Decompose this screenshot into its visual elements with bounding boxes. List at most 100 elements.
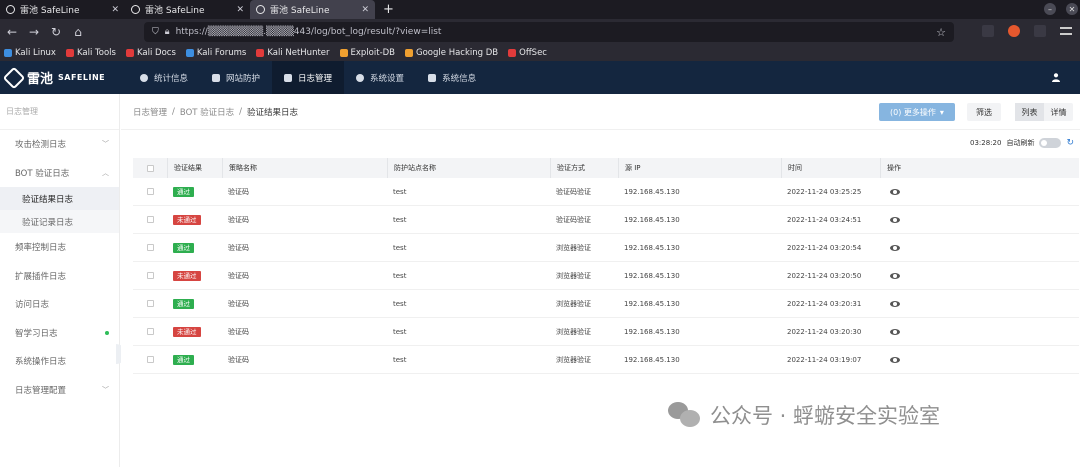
cell-actions	[880, 178, 1079, 205]
auto-refresh-toggle[interactable]	[1039, 138, 1062, 148]
table-row[interactable]: 未通过 验证码 test 浏览器验证 192.168.45.130 2022-11-24 …	[133, 262, 1079, 290]
table-row[interactable]: 通过 验证码 test 浏览器验证 192.168.45.130 2022-11-24 0…	[133, 290, 1079, 318]
cell-method: 浏览器验证	[556, 243, 591, 252]
lock-icon[interactable]: 🔒︎	[165, 27, 170, 37]
row-checkbox[interactable]	[146, 188, 154, 195]
cell-method: 验证码验证	[556, 187, 591, 196]
minimize-window-icon[interactable]: –	[1044, 3, 1056, 15]
nav-system-info[interactable]: 系统信息	[416, 61, 488, 94]
firefox-account-icon[interactable]	[1008, 25, 1020, 37]
bookmark-kali-nethunter[interactable]: Kali NetHunter	[256, 48, 330, 58]
row-checkbox[interactable]	[146, 356, 154, 363]
header-time: 时间	[781, 158, 880, 178]
nav-statistics[interactable]: 统计信息	[128, 61, 200, 94]
safeline-logo[interactable]: 雷池 SAFELINE	[0, 66, 120, 89]
view-eye-icon[interactable]	[890, 216, 900, 223]
cell-ip: 192.168.45.130	[624, 299, 680, 308]
table-row[interactable]: 未通过 验证码 test 浏览器验证 192.168.45.130 2022-11-24 …	[133, 318, 1079, 346]
safeline-favicon-icon	[131, 5, 140, 14]
pocket-icon[interactable]	[982, 25, 994, 37]
cell-result: 未通过	[167, 262, 222, 289]
sidebar-item-attack-log[interactable]: 攻击检测日志 ﹀	[0, 130, 119, 159]
kali-tools-icon	[65, 49, 74, 57]
view-eye-icon[interactable]	[890, 300, 900, 307]
new-tab-button[interactable]: +	[375, 0, 402, 19]
table-row[interactable]: 通过 验证码 test 验证码验证 192.168.45.130 2022-11-24 0…	[133, 178, 1079, 206]
close-tab-icon[interactable]: ✕	[361, 5, 369, 15]
row-checkbox[interactable]	[146, 272, 154, 279]
cell-policy: 验证码	[228, 243, 249, 252]
close-tab-icon[interactable]: ✕	[111, 5, 119, 15]
back-arrow-icon[interactable]: ←	[6, 25, 18, 39]
sidebar-item-plugin-log[interactable]: 扩展插件日志	[0, 262, 119, 291]
ghdb-icon	[405, 49, 414, 57]
extensions-icon[interactable]	[1034, 25, 1046, 37]
chevron-down-icon: ﹀	[102, 385, 109, 394]
home-icon[interactable]: ⌂	[72, 25, 84, 39]
sidebar-item-access-log[interactable]: 访问日志	[0, 290, 119, 319]
url-text[interactable]: https://▒▒▒▒▒▒▒▒.▒▒▒▒443/log/bot_log/res…	[176, 27, 931, 37]
forward-arrow-icon[interactable]: →	[28, 25, 40, 39]
row-select-cell	[133, 346, 167, 373]
menu-icon[interactable]	[1060, 27, 1072, 35]
sidebar-item-log-config[interactable]: 日志管理配置 ﹀	[0, 376, 119, 405]
row-checkbox[interactable]	[146, 328, 154, 335]
more-actions-button[interactable]: (0) 更多操作 ▾	[879, 103, 955, 121]
sidebar-item-system-op-log[interactable]: 系统操作日志	[0, 347, 119, 376]
result-table: 验证结果 策略名称 防护站点名称 验证方式 源 IP 时间 操作 通过 验证码 te…	[133, 158, 1079, 374]
bookmark-google-hacking-db[interactable]: Google Hacking DB	[405, 48, 498, 58]
sidebar-item-learning-log[interactable]: 智学习日志	[0, 319, 119, 348]
detail-view-button[interactable]: 详情	[1044, 103, 1073, 121]
cell-actions	[880, 262, 1079, 289]
browser-tab-1[interactable]: 雷池 SafeLine ✕	[0, 0, 125, 19]
browser-tab-2[interactable]: 雷池 SafeLine ✕	[125, 0, 250, 19]
cell-time: 2022-11-24 03:25:25	[787, 187, 862, 196]
nav-system-settings[interactable]: 系统设置	[344, 61, 416, 94]
bookmark-offsec[interactable]: OffSec	[508, 48, 547, 58]
view-eye-icon[interactable]	[890, 328, 900, 335]
sidebar-item-rate-limit-log[interactable]: 频率控制日志	[0, 233, 119, 262]
nav-site-protection[interactable]: 网站防护	[200, 61, 272, 94]
filter-button[interactable]: 筛选	[967, 103, 1001, 121]
bookmark-kali-linux[interactable]: Kali Linux	[4, 48, 56, 58]
select-all-checkbox[interactable]	[146, 164, 154, 172]
sidebar-item-verify-record-log[interactable]: 验证记录日志	[0, 210, 119, 233]
user-icon[interactable]	[1052, 73, 1060, 82]
status-badge: 未通过	[173, 214, 201, 225]
bookmark-kali-tools[interactable]: Kali Tools	[65, 48, 116, 58]
nav-log-management[interactable]: 日志管理	[272, 61, 345, 94]
list-view-button[interactable]: 列表	[1015, 103, 1044, 121]
row-checkbox[interactable]	[146, 216, 154, 223]
bookmark-exploit-db[interactable]: Exploit-DB	[339, 48, 395, 58]
close-tab-icon[interactable]: ✕	[236, 5, 244, 15]
row-checkbox[interactable]	[146, 244, 154, 251]
refresh-icon[interactable]: ↻	[1066, 138, 1074, 148]
sidebar-item-verify-result-log[interactable]: 验证结果日志	[0, 187, 119, 210]
url-bar[interactable]: ⛉ 🔒︎ https://▒▒▒▒▒▒▒▒.▒▒▒▒443/log/bot_lo…	[144, 22, 954, 42]
view-eye-icon[interactable]	[890, 356, 900, 363]
bookmark-kali-forums[interactable]: Kali Forums	[185, 48, 246, 58]
table-row[interactable]: 未通过 验证码 test 验证码验证 192.168.45.130 2022-11-24 …	[133, 206, 1079, 234]
row-checkbox[interactable]	[146, 300, 154, 307]
breadcrumb-item[interactable]: 日志管理	[133, 106, 167, 118]
status-badge: 通过	[173, 242, 194, 253]
status-badge: 通过	[173, 298, 194, 309]
reload-icon[interactable]: ↻	[50, 25, 62, 39]
shield-icon[interactable]: ⛉	[152, 27, 159, 37]
table-row[interactable]: 通过 验证码 test 浏览器验证 192.168.45.130 2022-11-24 0…	[133, 234, 1079, 262]
sidebar-item-bot-log[interactable]: BOT 验证日志 ︿	[0, 159, 119, 188]
bookmark-star-icon[interactable]: ☆	[936, 26, 946, 39]
breadcrumb-item[interactable]: BOT 验证日志	[180, 106, 234, 118]
table-row[interactable]: 通过 验证码 test 浏览器验证 192.168.45.130 2022-11-24 0…	[133, 346, 1079, 374]
cell-site: test	[393, 299, 407, 308]
close-window-icon[interactable]: ✕	[1066, 3, 1078, 15]
view-eye-icon[interactable]	[890, 188, 900, 195]
browser-tab-3[interactable]: 雷池 SafeLine ✕	[250, 0, 375, 19]
view-eye-icon[interactable]	[890, 272, 900, 279]
header-ip: 源 IP	[618, 158, 781, 178]
view-eye-icon[interactable]	[890, 244, 900, 251]
main-nav: 统计信息 网站防护 日志管理 系统设置 系统信息	[128, 61, 488, 94]
safeline-favicon-icon	[256, 5, 265, 14]
dashboard-icon	[140, 73, 148, 82]
bookmark-kali-docs[interactable]: Kali Docs	[125, 48, 176, 58]
